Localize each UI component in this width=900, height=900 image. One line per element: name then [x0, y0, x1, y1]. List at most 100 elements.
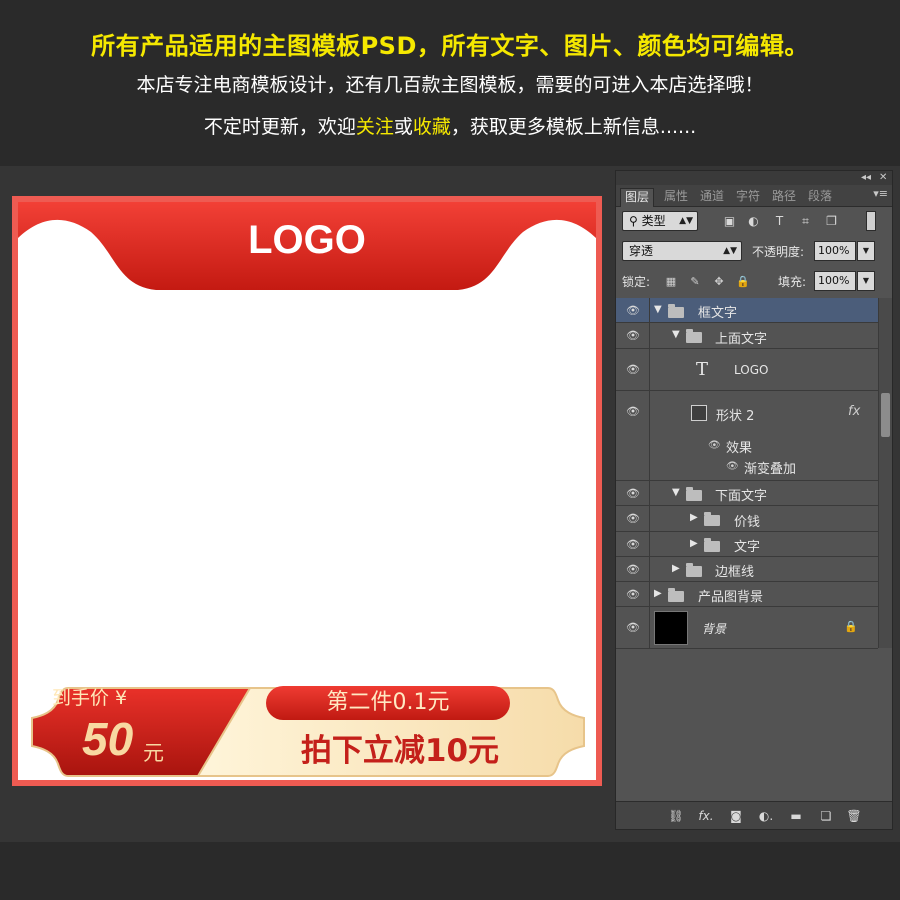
price-value: 50 [82, 713, 134, 765]
effects-label: 效果 [726, 441, 753, 456]
lock-transparent-icon[interactable]: ▦ [664, 275, 678, 289]
layer-name: 价钱 [734, 515, 761, 530]
eye-icon[interactable]: 👁 [626, 488, 640, 499]
eye-icon[interactable]: 👁 [626, 564, 640, 575]
lock-position-icon[interactable]: ✥ [712, 275, 726, 289]
folder-icon [668, 304, 684, 318]
type-filter-icon[interactable]: T [772, 214, 787, 229]
eye-icon[interactable]: 👁 [626, 589, 640, 600]
eye-icon[interactable]: 👁 [626, 539, 640, 550]
layer-name: 下面文字 [715, 489, 768, 504]
tab-paths[interactable]: 路径 [772, 188, 796, 207]
opacity-dropdown-icon[interactable]: ▼ [857, 241, 875, 261]
layer-row[interactable]: 👁 ▶ 产品图背景 [616, 582, 878, 607]
header-line-3-or: 或 [393, 116, 413, 138]
visibility-cell: 👁 [616, 349, 650, 390]
layer-row[interactable]: 👁 ▼ 下面文字 [616, 481, 878, 506]
fill-input[interactable]: 100% [814, 271, 856, 291]
eye-icon[interactable]: 👁 [726, 461, 739, 472]
layers-scrollbar[interactable] [878, 298, 892, 648]
fx-icon[interactable]: fx. [698, 808, 714, 824]
fx-icon[interactable]: fx [848, 404, 860, 419]
eye-icon[interactable]: 👁 [626, 513, 640, 524]
adjustment-layer-icon[interactable]: ◐. [758, 808, 774, 824]
lock-label: 锁定: [622, 275, 651, 289]
close-panel-icon[interactable]: ✕ [879, 171, 887, 185]
eye-icon[interactable]: 👁 [708, 440, 721, 451]
filter-kind-select[interactable]: ⚲ 类型 ▲▼ [622, 211, 698, 231]
layer-row[interactable]: 👁 ▶ 价钱 [616, 506, 878, 532]
lock-all-icon[interactable]: 🔒 [736, 275, 750, 289]
triangle-right-icon[interactable]: ▶ [654, 588, 662, 599]
triangle-down-icon[interactable]: ▼ [654, 304, 662, 315]
layer-row[interactable]: 👁 ▶ 边框线 [616, 557, 878, 582]
layer-row[interactable]: 👁 ▼ 框文字 [616, 298, 878, 323]
chevron-down-icon: ▲▼ [723, 246, 737, 256]
header-line-3-start: 不定时更新，欢迎 [203, 116, 356, 138]
shape-filter-icon[interactable]: ⌗ [798, 214, 813, 229]
shape-layer-icon [691, 405, 707, 421]
eye-icon[interactable]: 👁 [626, 330, 640, 341]
eye-icon[interactable]: 👁 [626, 406, 640, 417]
link-layers-icon[interactable]: ⛓ [668, 808, 684, 824]
delete-layer-icon[interactable]: 🗑 [846, 808, 862, 824]
promo-pill: 第二件0.1元 [266, 686, 510, 720]
bottom-band [0, 842, 900, 900]
tab-paragraph[interactable]: 段落 [808, 188, 832, 207]
image-filter-icon[interactable]: ▣ [722, 214, 737, 229]
eye-icon[interactable]: 👁 [626, 622, 640, 633]
triangle-down-icon[interactable]: ▼ [672, 487, 680, 498]
adjustment-filter-icon[interactable]: ◐ [746, 214, 761, 229]
mask-icon[interactable]: ◙ [728, 808, 744, 824]
panel-tabs: 图层 属性 通道 字符 路径 段落 ▾≡ [616, 185, 892, 207]
layer-row[interactable]: 👁 ▼ 上面文字 [616, 323, 878, 349]
panel-menu-icon[interactable]: ▾≡ [873, 187, 888, 200]
collapse-panel-icon[interactable]: ◂◂ [861, 171, 871, 185]
tab-channels[interactable]: 通道 [700, 188, 724, 207]
triangle-right-icon[interactable]: ▶ [690, 512, 698, 523]
eye-icon[interactable]: 👁 [626, 305, 640, 316]
layer-row[interactable]: 👁 ▶ 文字 [616, 532, 878, 557]
visibility-cell: 👁 [616, 557, 650, 581]
logo-text: LOGO [248, 218, 366, 262]
eye-icon[interactable]: 👁 [626, 364, 640, 375]
triangle-right-icon[interactable]: ▶ [690, 538, 698, 549]
search-icon: ⚲ [629, 214, 642, 228]
folder-icon [668, 588, 684, 602]
triangle-down-icon[interactable]: ▼ [672, 329, 680, 340]
new-layer-icon[interactable]: ❏ [818, 808, 834, 824]
layer-name: 上面文字 [715, 332, 768, 347]
layers-list: 👁 ▼ 框文字 👁 ▼ 上面文字 👁 T LOGO 👁 形状 2 fx 👁 效果… [616, 298, 878, 649]
lock-icon: 🔒 [844, 620, 858, 633]
triangle-right-icon[interactable]: ▶ [672, 563, 680, 574]
blend-row: 穿透 ▲▼ 不透明度: 100% ▼ [616, 237, 892, 267]
folder-icon [686, 563, 702, 577]
layer-row[interactable]: 👁 形状 2 fx 👁 效果 👁 渐变叠加 [616, 391, 878, 481]
promo-header: 所有产品适用的主图模板PSD，所有文字、图片、颜色均可编辑。 本店专注电商模板设… [0, 0, 900, 166]
opacity-input[interactable]: 100% [814, 241, 856, 261]
visibility-cell: 👁 [616, 323, 650, 348]
scroll-thumb[interactable] [881, 393, 890, 437]
new-group-icon[interactable]: ▬ [788, 808, 804, 824]
lock-pixels-icon[interactable]: ✎ [688, 275, 702, 289]
layers-panel: ◂◂ ✕ 图层 属性 通道 字符 路径 段落 ▾≡ ⚲ 类型 ▲▼ ▣ ◐ T … [615, 170, 893, 830]
blend-mode-select[interactable]: 穿透 ▲▼ [622, 241, 742, 261]
fill-label: 填充: [778, 275, 807, 289]
header-line-2: 本店专注电商模板设计，还有几百款主图模板，需要的可进入本店选择哦！ [136, 74, 764, 96]
folder-icon [686, 487, 702, 501]
header-line-3: 不定时更新，欢迎关注或收藏，获取更多模板上新信息...... [0, 112, 900, 139]
header-line-3-end: ，获取更多模板上新信息...... [450, 116, 697, 138]
layer-row[interactable]: 👁 背景 🔒 [616, 607, 878, 649]
price-label: 到手价 ¥ [52, 687, 128, 709]
layer-name: 形状 2 [716, 409, 755, 424]
filter-toggle[interactable] [866, 211, 876, 231]
tab-layers[interactable]: 图层 [620, 188, 655, 207]
effect-name: 渐变叠加 [744, 462, 797, 477]
tab-character[interactable]: 字符 [736, 188, 760, 207]
fill-dropdown-icon[interactable]: ▼ [857, 271, 875, 291]
panel-bottom-bar: ⛓ fx. ◙ ◐. ▬ ❏ 🗑 [616, 801, 892, 829]
tab-properties[interactable]: 属性 [664, 188, 688, 207]
smart-object-filter-icon[interactable]: ❐ [824, 214, 839, 229]
layer-row[interactable]: 👁 T LOGO [616, 349, 878, 391]
panel-titlebar: ◂◂ ✕ [616, 171, 892, 185]
